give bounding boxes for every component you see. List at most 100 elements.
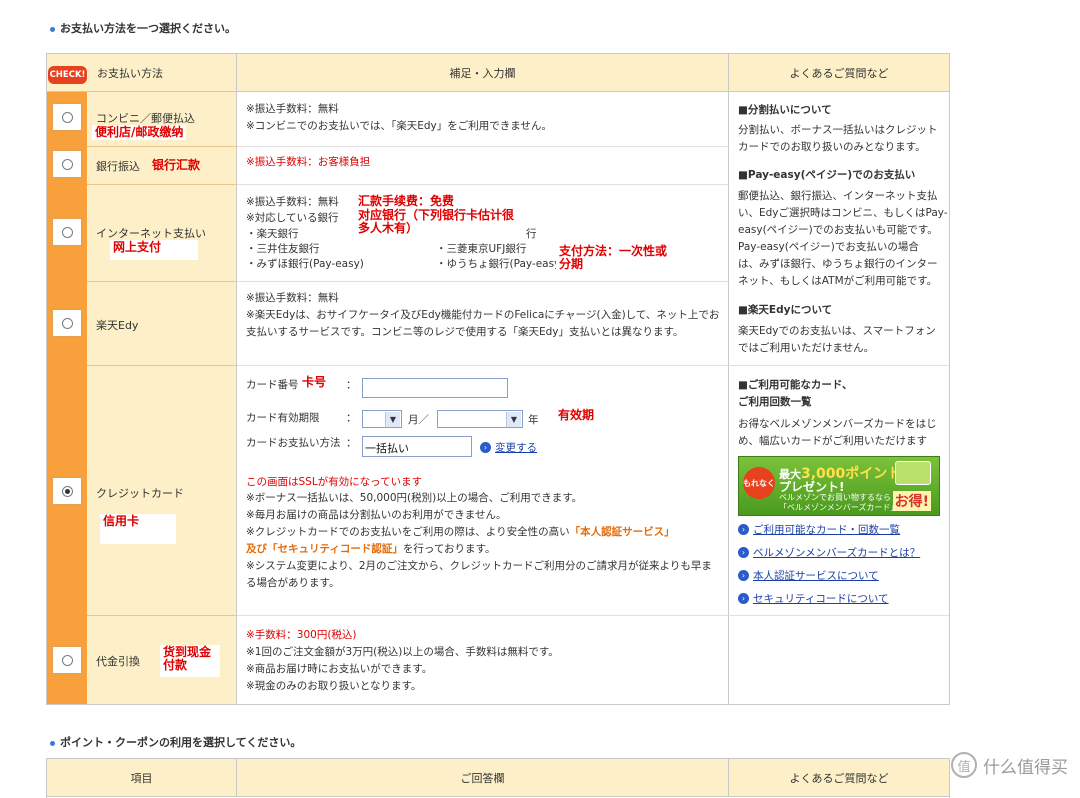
detail-line: ・みずほ銀行(Pay-easy) xyxy=(246,258,364,270)
section-title-payment: お支払い方法を一つ選択ください。 xyxy=(50,20,236,36)
banner-badge: もれなく xyxy=(743,467,775,499)
faq-payeasy-text: 郵便払込、銀行振込、インターネット支払 い、Edyご選択時はコンビニ、もしくはP… xyxy=(738,188,948,290)
bullet-icon xyxy=(50,26,55,32)
section-title-text: お支払い方法を一つ選択ください。 xyxy=(60,22,236,35)
header-faq2-label: よくあるご質問など xyxy=(789,771,889,785)
faq-link-cards[interactable]: › ご利用可能なカード・回数一覧 xyxy=(738,522,900,537)
colon: ： xyxy=(346,412,357,424)
faq-line: ご利用回数一覧 xyxy=(738,396,812,408)
detail-line: ※コンビニでのお支払いでは、「楽天Edy」をご利用できません。 xyxy=(246,120,552,132)
section-title-points: ポイント・クーポンの利用を選択してください。 xyxy=(50,734,301,750)
card-number-label: カード番号 xyxy=(246,379,299,391)
radio-ring xyxy=(61,485,73,497)
auth-service-text: 「本人認証サービス」 xyxy=(569,526,675,538)
detail-line: 支払いするサービスです。コンビニ等のレジで使用する「楽天Edy」支払いとは異なり… xyxy=(246,326,684,338)
radio-ring xyxy=(61,226,73,238)
faq-line: Pay-easy(ペイジー)でお支払いの場合 xyxy=(738,241,919,253)
radio-ring xyxy=(61,158,73,170)
header-detail: 補足・入力欄 xyxy=(237,54,729,92)
faq-edy-text: 楽天Edyでのお支払いは、スマートフォン ではご利用いただけません。 xyxy=(738,323,936,357)
detail-line: 行 xyxy=(526,228,537,240)
change-link-text[interactable]: 変更する xyxy=(495,440,537,455)
bullet-icon xyxy=(50,740,55,746)
ssl-note: この画面はSSLが有効になっています xyxy=(246,476,423,488)
arrow-right-icon: › xyxy=(738,593,749,604)
detail-line: ※振込手数料：無料 xyxy=(246,292,339,304)
auth-prefix: ※クレジットカードでのお支払いをご利用の際は、より安全性の高い xyxy=(246,526,570,538)
header-method-label: お支払い方法 xyxy=(97,66,163,80)
detail-line: ※1回のご注文金額が3万円(税込)以上の場合、手数料は無料です。 xyxy=(246,646,559,658)
note-internet-method: 支付方法：一次性或分期 xyxy=(556,244,680,272)
method-name-edy: 楽天Edy xyxy=(96,319,139,332)
points-table: 項目 ご回答欄 よくあるご質問など xyxy=(46,758,950,798)
note-internet-fee: 汇款手续费：免费 xyxy=(358,194,455,208)
faq-line: は、みずほ銀行、ゆうちょ銀行のインター xyxy=(738,258,938,270)
pay-method-label: カードお支払い方法 xyxy=(246,437,341,449)
faq-cards-text: お得なベルメゾンメンバーズカードをはじ め、幅広いカードがご利用いただけます xyxy=(738,416,937,450)
security-line: 及び「セキュリティコード認証」を行っております。 xyxy=(246,541,496,556)
expiry-month-select[interactable]: ▼ xyxy=(362,410,402,428)
note-credit: 信用卡 xyxy=(100,514,176,544)
faq-line: め、幅広いカードがご利用いただけます xyxy=(738,435,927,447)
radio-ring xyxy=(61,654,73,666)
month-unit: 月／ xyxy=(408,414,429,426)
method-name-cod: 代金引換 xyxy=(96,655,140,668)
colon: ： xyxy=(346,437,357,449)
method-name-internet: インターネット支払い xyxy=(96,227,206,240)
header-faq2: よくあるご質問など xyxy=(729,759,949,797)
watermark-text: 什么值得买 xyxy=(983,757,1068,778)
radio-cod[interactable] xyxy=(52,646,82,674)
detail-line: ※商品お届け時にお支払いができます。 xyxy=(246,663,433,675)
faq-cards-title: ■ご利用可能なカード、 ご利用回数一覧 xyxy=(738,377,853,411)
header-answer-label: ご回答欄 xyxy=(460,771,505,785)
note-internet: 网上支付 xyxy=(110,240,198,260)
pay-method-value[interactable]: 一括払い xyxy=(362,436,472,457)
faq-line: 郵便払込、銀行振込、インターネット支払 xyxy=(738,190,938,202)
detail-line: ※楽天Edyは、おサイフケータイ及びEdy機能付カードのFelicaにチャージ(… xyxy=(246,309,720,321)
card-number-input[interactable] xyxy=(362,378,508,398)
watermark-logo-icon: 值 xyxy=(951,752,977,778)
faq-line: カードでのお取り扱いのみとなります。 xyxy=(738,141,926,153)
auth-suffix: を行っております。 xyxy=(402,543,496,555)
faq-link-text[interactable]: 本人認証サービスについて xyxy=(753,568,879,583)
detail-line: ※振込手数料：お客様負担 xyxy=(246,156,371,168)
expiry-year-select[interactable]: ▼ xyxy=(437,410,523,428)
faq-installment-title: ■分割払いについて xyxy=(738,104,832,116)
radio-internet[interactable] xyxy=(52,218,82,246)
detail-line: る場合があります。 xyxy=(246,577,340,589)
expiry-label: カード有効期限 xyxy=(246,412,320,424)
detail-line: ※システム変更により、2月のご注文から、クレジットカードご利用分のご請求月が従来… xyxy=(246,560,712,572)
faq-link-security[interactable]: › セキュリティコードについて xyxy=(738,591,889,606)
radio-credit[interactable] xyxy=(52,477,82,505)
faq-link-text[interactable]: セキュリティコードについて xyxy=(753,591,889,606)
change-link[interactable]: › 変更する xyxy=(480,440,537,455)
radio-bank[interactable] xyxy=(52,150,82,178)
faq-line: easy(ペイジー)でのお支払いも可能です。 xyxy=(738,224,938,236)
radio-ring xyxy=(61,317,73,329)
detail-line: ※振込手数料：無料 xyxy=(246,103,339,115)
note-expiry: 有效期 xyxy=(558,408,595,422)
arrow-right-icon: › xyxy=(738,524,749,535)
radio-convenience[interactable] xyxy=(52,103,82,131)
faq-link-text[interactable]: ご利用可能なカード・回数一覧 xyxy=(753,522,900,537)
detail-line: ※現金のみのお取り扱いとなります。 xyxy=(246,680,422,692)
header-item: 項目 xyxy=(47,759,237,797)
header-answer: ご回答欄 xyxy=(237,759,729,797)
chevron-down-icon: ▼ xyxy=(506,412,521,427)
note-internet-banks: 对应银行（下列银行卡估计很多人木有） xyxy=(355,208,521,236)
note-convenience: 便利店/邮政缴纳 xyxy=(92,125,187,140)
faq-link-text[interactable]: ベルメゾンメンバーズカードとは？ xyxy=(753,545,920,560)
radio-edy[interactable] xyxy=(52,309,82,337)
faq-line: い、Edyご選択時はコンビニ、もしくはPay- xyxy=(738,207,948,219)
faq-link-member[interactable]: › ベルメゾンメンバーズカードとは？ xyxy=(738,545,920,560)
radio-ring xyxy=(61,111,73,123)
faq-link-auth[interactable]: › 本人認証サービスについて xyxy=(738,568,879,583)
radio-selected-dot xyxy=(64,488,70,494)
faq-line: ネット、もしくはATMがご利用可能です。 xyxy=(738,275,938,287)
detail-line: ・三井住友銀行 xyxy=(246,243,320,255)
note-card-number: 卡号 xyxy=(302,375,327,389)
security-code-text: 及び「セキュリティコード認証」 xyxy=(246,543,403,555)
member-card-banner[interactable]: もれなく 最大3,000ポイント プレゼント! ベルメゾンでお買い物するなら 「… xyxy=(738,456,940,516)
detail-line: ・楽天銀行 xyxy=(246,228,299,240)
banner-otoku: お得! xyxy=(892,491,931,511)
